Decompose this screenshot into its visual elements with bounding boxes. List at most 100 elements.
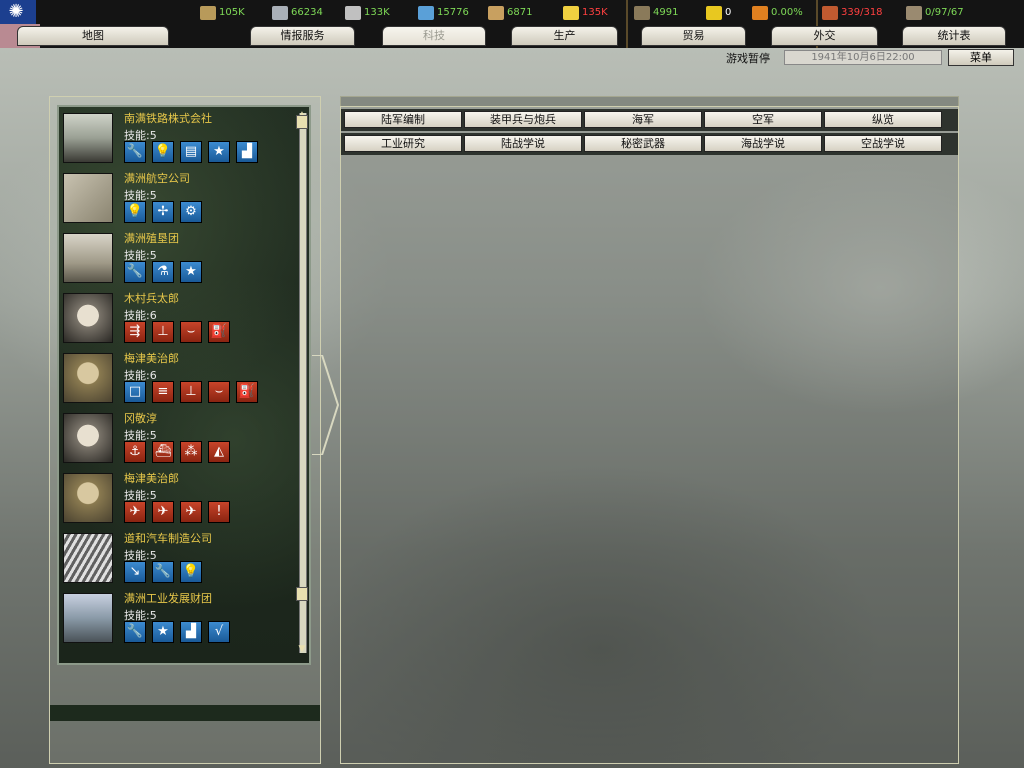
rare-materials-icon <box>345 6 361 20</box>
factory-photo <box>63 533 113 583</box>
research-team-item[interactable]: 梅津美治郎 技能:6 □ ≡ ⊥ ⌣ ⛽ <box>59 347 295 407</box>
research-team-list[interactable]: 南满铁路株式会社 技能:5 🔧 💡 ▤ ★ ▟ 满洲航空公司 技能:5 💡 ✢ ⚙ 满洲殖垦团 技能:5 🔧… <box>57 105 311 665</box>
category-button[interactable]: 陆军编制 <box>344 111 462 128</box>
ship-icon: ⛴ <box>152 441 174 463</box>
resource-energy[interactable]: 105K <box>200 5 245 21</box>
document-gear-icon: ▤ <box>180 141 202 163</box>
stat-manpower[interactable]: 4991 <box>634 5 678 21</box>
stat-value: 4991 <box>653 7 679 18</box>
team-name: 木村兵太郎 <box>124 292 179 305</box>
tab-diplomacy[interactable]: 外交 <box>771 26 878 46</box>
screwdriver-icon: ↘ <box>124 561 146 583</box>
sextant-icon: ◭ <box>208 441 230 463</box>
heavy-bomber-icon: ✈ <box>180 501 202 523</box>
scroll-down-icon[interactable]: ▼ <box>297 645 307 654</box>
top-bar: ✺ 105K 66234 133K 15776 6871 135K 4991 0 0.00% 33… <box>0 0 1024 48</box>
fuel-icon: ⛽ <box>236 381 258 403</box>
research-team-item[interactable]: 满洲殖垦团 技能:5 🔧 ⚗ ★ <box>59 227 295 287</box>
team-name: 满洲殖垦团 <box>124 232 179 245</box>
tab-technology[interactable]: 科技 <box>382 26 486 46</box>
research-team-item[interactable]: 满洲航空公司 技能:5 💡 ✢ ⚙ <box>59 167 295 227</box>
team-name: 梅津美治郎 <box>124 472 179 485</box>
team-name: 冈敬淳 <box>124 412 157 425</box>
stat-nuclear[interactable]: 0 <box>706 5 731 21</box>
industry-photo <box>63 593 113 643</box>
tab-statistics[interactable]: 统计表 <box>902 26 1006 46</box>
team-specialty-icons: ⚓ ⛴ ⁂ ◭ <box>124 441 236 463</box>
stat-divisions[interactable]: 0/97/67 <box>906 5 964 21</box>
fighter-plane-icon: ✈ <box>124 501 146 523</box>
team-specialty-icons: ↘ 🔧 💡 <box>124 561 208 583</box>
wing-icon: ⌣ <box>208 381 230 403</box>
scroll-thumb[interactable] <box>296 587 308 601</box>
team-specialty-icons: 🔧 💡 ▤ ★ ▟ <box>124 141 264 163</box>
team-name: 梅津美治郎 <box>124 352 179 365</box>
metal-icon <box>272 6 288 20</box>
sqrt-icon: √ <box>208 621 230 643</box>
research-team-item[interactable]: 木村兵太郎 技能:6 ⇶ ⊥ ⌣ ⛽ <box>59 287 295 347</box>
tech-tree-panel <box>340 96 959 764</box>
resource-value: 135K <box>582 7 608 18</box>
team-name: 满洲航空公司 <box>124 172 190 185</box>
team-specialty-icons: 🔧 ★ ▟ √ <box>124 621 236 643</box>
split-arrow-icon: ⇶ <box>124 321 146 343</box>
tab-intelligence[interactable]: 情报服务 <box>250 26 355 46</box>
fuel-icon: ⛽ <box>208 321 230 343</box>
category-button[interactable]: 空军 <box>704 111 822 128</box>
officer-photo <box>63 473 113 523</box>
category-button[interactable]: 秘密武器 <box>584 135 702 152</box>
category-button[interactable]: 空战学说 <box>824 135 942 152</box>
square-icon: □ <box>124 381 146 403</box>
resource-metal[interactable]: 66234 <box>272 5 323 21</box>
scroll-top-thumb[interactable] <box>296 115 308 129</box>
resource-rare-materials[interactable]: 133K <box>345 5 390 21</box>
resource-oil[interactable]: 15776 <box>418 5 469 21</box>
sun-emblem-icon: ✺ <box>8 1 24 22</box>
tab-trade[interactable]: 贸易 <box>641 26 746 46</box>
wrench-icon: 🔧 <box>152 561 174 583</box>
missile-icon: ! <box>208 501 230 523</box>
team-name: 南满铁路株式会社 <box>124 112 212 125</box>
stat-transport[interactable]: 339/318 <box>822 5 883 21</box>
star-icon: ★ <box>208 141 230 163</box>
category-button[interactable]: 海战学说 <box>704 135 822 152</box>
org-chart-icon: ⊥ <box>152 321 174 343</box>
supplies-crate-icon <box>488 6 504 20</box>
star-icon: ★ <box>152 621 174 643</box>
category-button[interactable]: 装甲兵与炮兵 <box>464 111 582 128</box>
naval-formation-icon: ⁂ <box>180 441 202 463</box>
wrench-icon: 🔧 <box>124 141 146 163</box>
tab-map[interactable]: 地图 <box>17 26 169 46</box>
factory-icon: ▟ <box>180 621 202 643</box>
country-flag[interactable]: ✺ <box>0 0 36 24</box>
portrait-photo <box>63 413 113 463</box>
stat-dissent[interactable]: 0.00% <box>752 5 803 21</box>
team-specialty-icons: ✈ ✈ ✈! <box>124 501 236 523</box>
research-team-item[interactable]: 满洲工业发展财团 技能:5 🔧 ★ ▟ √ <box>59 587 295 647</box>
lightbulb-icon: 💡 <box>180 561 202 583</box>
factory-icon: ▟ <box>236 141 258 163</box>
propeller-icon: ✢ <box>152 201 174 223</box>
category-button[interactable]: 陆战学说 <box>464 135 582 152</box>
scrollbar-track[interactable] <box>299 113 307 653</box>
soldiers-icon <box>634 6 650 20</box>
bomber-icon: ✈ <box>152 501 174 523</box>
research-team-item[interactable]: 道和汽车制造公司 技能:5 ↘ 🔧 💡 <box>59 527 295 587</box>
tab-production[interactable]: 生产 <box>511 26 618 46</box>
wrench-icon: 🔧 <box>124 261 146 283</box>
research-team-item[interactable]: 南满铁路株式会社 技能:5 🔧 💡 ▤ ★ ▟ <box>59 107 295 167</box>
research-team-item[interactable]: 冈敬淳 技能:5 ⚓ ⛴ ⁂ ◭ <box>59 407 295 467</box>
lightbulb-icon: 💡 <box>152 141 174 163</box>
fist-icon <box>752 6 768 20</box>
flask-icon: ⚗ <box>152 261 174 283</box>
category-button[interactable]: 纵览 <box>824 111 942 128</box>
team-name: 道和汽车制造公司 <box>124 532 212 545</box>
category-button[interactable]: 工业研究 <box>344 135 462 152</box>
research-team-item[interactable]: 梅津美治郎 技能:5 ✈ ✈ ✈! <box>59 467 295 527</box>
resource-money[interactable]: 135K <box>563 5 608 21</box>
lightbulb-icon: 💡 <box>124 201 146 223</box>
menu-button[interactable]: 菜单 <box>948 49 1014 66</box>
category-button[interactable]: 海军 <box>584 111 702 128</box>
resource-supplies[interactable]: 6871 <box>488 5 532 21</box>
star-icon: ★ <box>180 261 202 283</box>
